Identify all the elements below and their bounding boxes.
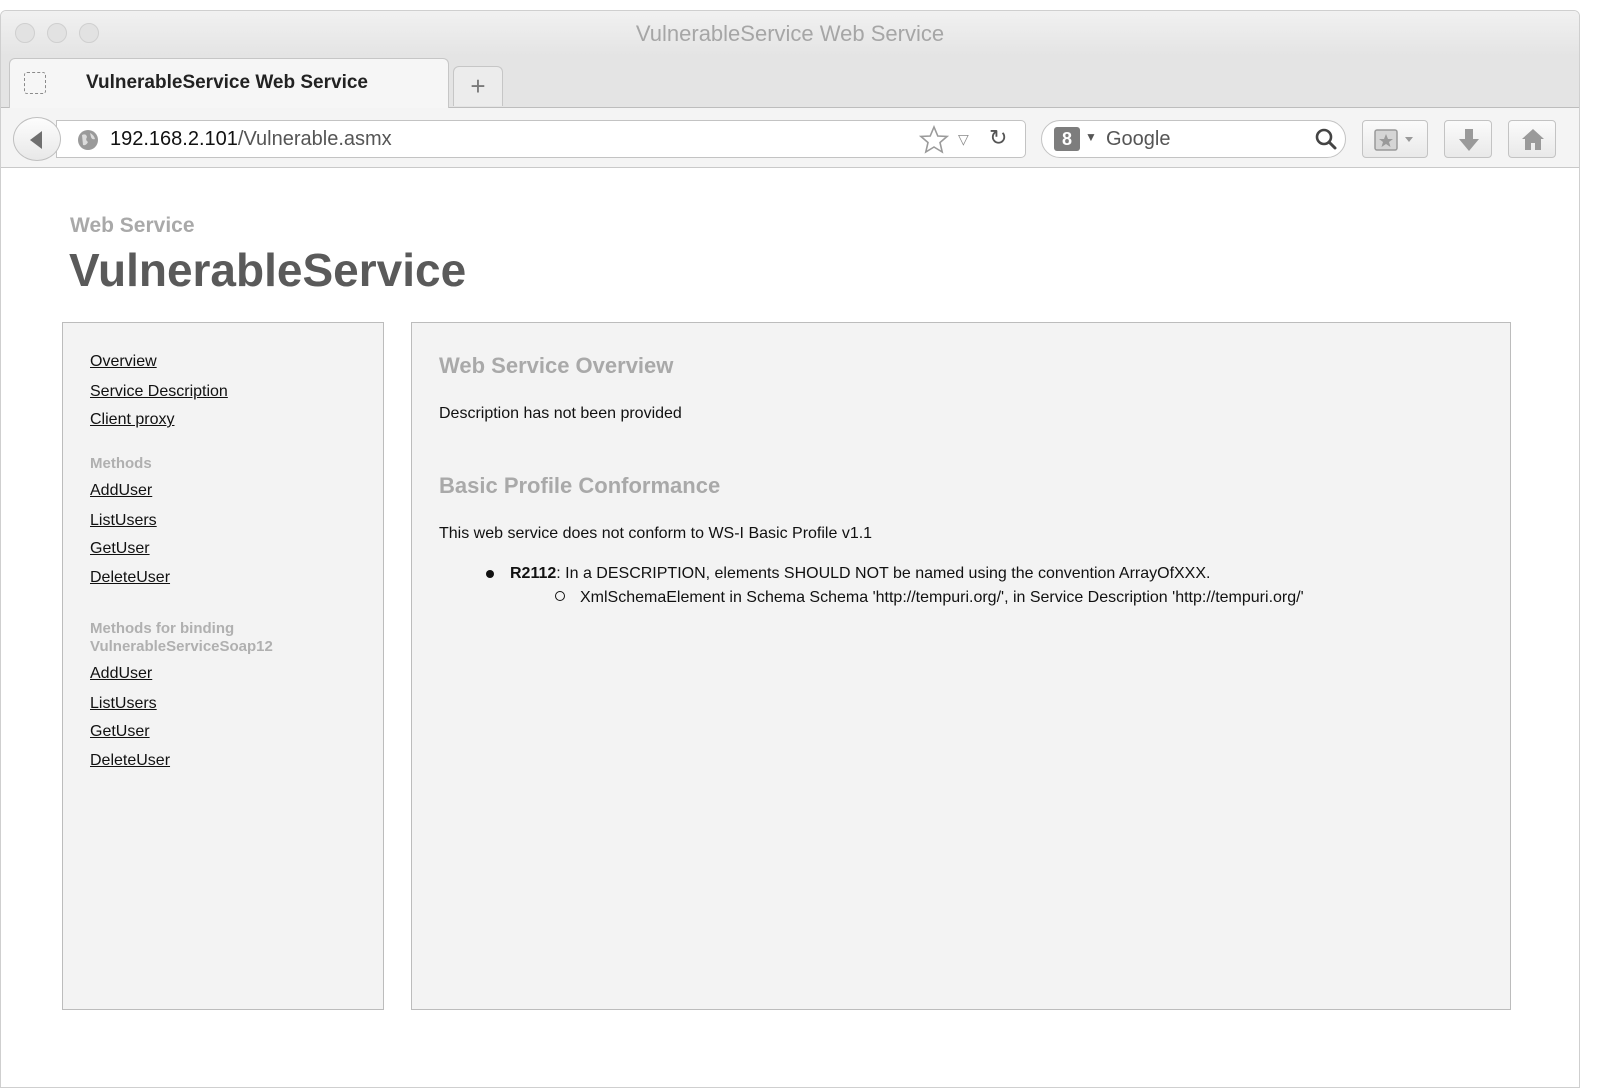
browser-window: VulnerableService Web Service Vulnerable… [0,10,1580,1088]
bullet-icon [486,570,494,578]
rule-text: : In a DESCRIPTION, elements SHOULD NOT … [556,565,1211,582]
method-link-deleteuser[interactable]: DeleteUser [90,569,170,587]
page-title: VulnerableService [69,244,467,296]
url-host: 192.168.2.101 [110,128,238,150]
sidebar: Overview Service Description Client prox… [62,322,384,1010]
page-eyebrow: Web Service [70,214,195,237]
conformance-description: This web service does not conform to WS-… [439,525,873,542]
methods-heading: Methods [90,455,152,472]
star-icon[interactable] [919,125,949,155]
downloads-button[interactable] [1444,120,1492,158]
globe-icon [78,130,98,150]
binding-method-link-listusers[interactable]: ListUsers [90,695,157,713]
bookmarks-menu-button[interactable] [1362,120,1428,158]
back-button[interactable] [13,117,61,161]
sidebar-link-client-proxy[interactable]: Client proxy [90,411,174,429]
method-link-getuser[interactable]: GetUser [90,540,150,558]
rule-item: R2112: In a DESCRIPTION, elements SHOULD… [510,565,1210,583]
reload-icon[interactable]: ↻ [989,125,1007,151]
conformance-heading: Basic Profile Conformance [439,473,721,498]
url-text[interactable]: 192.168.2.101/Vulnerable.asmx [110,128,392,151]
url-path: /Vulnerable.asmx [237,128,392,150]
main-panel: Web Service Overview Description has not… [411,322,1511,1010]
binding-method-link-deleteuser[interactable]: DeleteUser [90,752,170,770]
home-button[interactable] [1508,120,1556,158]
window-title: VulnerableService Web Service [635,21,945,46]
sidebar-link-service-description[interactable]: Service Description [90,383,228,401]
search-engine-dropdown-icon[interactable]: ▼ [1085,130,1097,144]
rule-detail: XmlSchemaElement in Schema Schema 'http:… [580,589,1304,606]
page-favicon-icon [24,72,46,94]
title-bar: VulnerableService Web Service [1,11,1579,56]
search-input[interactable]: Google [1106,128,1171,151]
binding-method-link-adduser[interactable]: AddUser [90,665,152,683]
magnifier-icon[interactable] [1314,127,1338,151]
binding-heading-line1: Methods for binding [90,620,235,637]
home-icon [1522,129,1544,150]
overview-heading: Web Service Overview [439,353,674,378]
sub-bullet-icon [555,591,565,601]
tab-title: VulnerableService Web Service [86,72,368,93]
bookmarks-icon [1374,129,1413,151]
search-engine-logo-icon[interactable]: 8 [1054,127,1080,151]
tab-vulnerableservice[interactable]: VulnerableService Web Service [9,58,449,108]
tab-strip: VulnerableService Web Service + [1,56,1579,108]
overview-description: Description has not been provided [439,405,682,422]
back-arrow-icon [30,131,42,149]
sidebar-link-overview[interactable]: Overview [90,353,157,371]
binding-method-link-getuser[interactable]: GetUser [90,723,150,741]
rule-id: R2112 [510,565,557,582]
page-content: Web Service VulnerableService Overview S… [1,169,1579,1087]
url-bar[interactable]: 192.168.2.101/Vulnerable.asmx ▽ ↻ [56,120,1026,158]
navigation-bar: 192.168.2.101/Vulnerable.asmx ▽ ↻ 8 ▼ Go… [1,108,1579,168]
search-bar[interactable]: 8 ▼ Google [1041,120,1346,158]
method-link-listusers[interactable]: ListUsers [90,512,157,530]
binding-heading-line2: VulnerableServiceSoap12 [90,638,273,655]
download-icon [1459,129,1479,151]
url-history-dropdown-icon[interactable]: ▽ [958,131,969,148]
new-tab-button[interactable]: + [453,66,503,106]
method-link-adduser[interactable]: AddUser [90,482,152,500]
